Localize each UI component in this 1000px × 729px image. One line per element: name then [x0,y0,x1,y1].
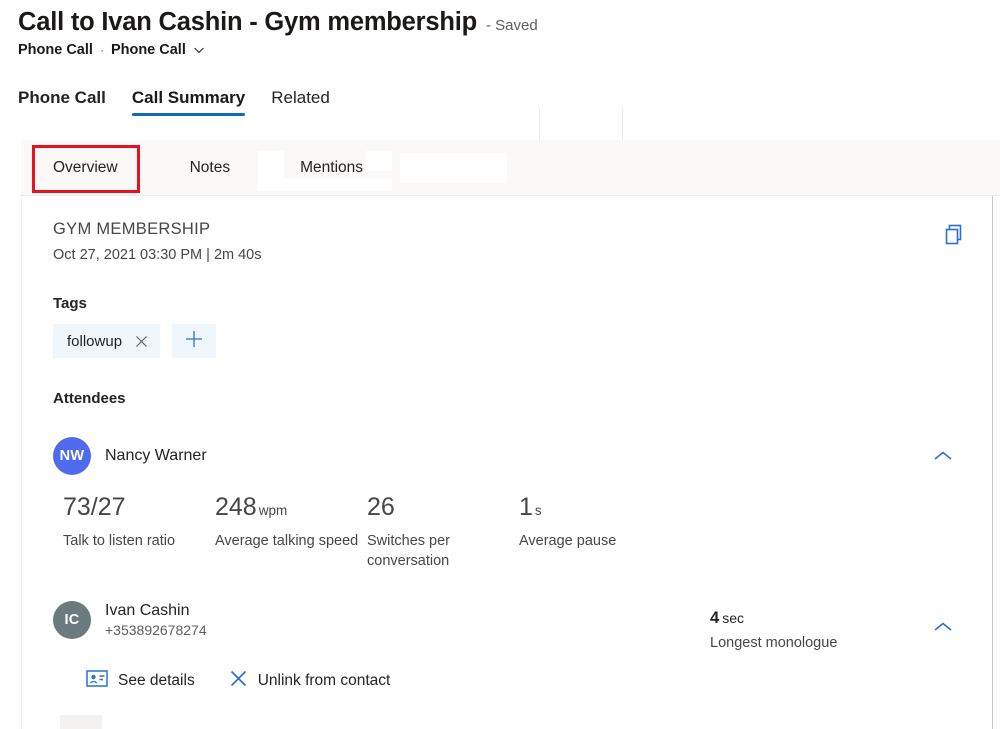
header-separator-2 [622,108,623,140]
breadcrumb-separator: · [100,43,104,57]
add-tag-button[interactable] [172,324,216,358]
annotation-highlight-overview [32,145,140,193]
tag-label: followup [67,333,122,350]
plus-icon [184,329,204,354]
record-title-row: Call to Ivan Cashin - Gym membership - S… [18,8,1000,37]
attendee-identity[interactable]: IC Ivan Cashin +353892678274 [53,601,992,639]
call-subject: GYM MEMBERSHIP [53,220,262,239]
close-icon [229,669,248,693]
record-header: Call to Ivan Cashin - Gym membership - S… [0,0,1000,58]
unlink-label: Unlink from contact [258,672,391,690]
attendee-name: Nancy Warner [105,447,207,465]
entity-type-label: Phone Call [18,42,93,58]
see-details-button[interactable]: See details [86,670,195,692]
chevron-up-icon[interactable] [927,611,959,643]
redaction-block-right [366,151,392,171]
redaction-block-under [258,179,392,191]
metric-unit: s [535,503,542,518]
save-status: - Saved [486,17,538,34]
attendee-ivan-cashin: IC Ivan Cashin +353892678274 4sec Longes… [22,601,992,693]
attendee-metrics: 73/27 Talk to listen ratio 248wpm Averag… [53,495,992,571]
primary-tab-bar: Phone Call Call Summary Related [0,80,1000,116]
unlink-from-contact-button[interactable]: Unlink from contact [229,669,391,693]
attendee-nancy-warner: NW Nancy Warner 73/27 Talk to listen rat… [22,437,992,571]
metric-talk-listen-ratio: 73/27 Talk to listen ratio [63,495,215,571]
chevron-up-icon[interactable] [927,440,959,472]
bottom-partial-element [60,715,102,729]
secondary-tab-list: Overview Notes Mentions [21,140,1000,195]
attendee-identity[interactable]: NW Nancy Warner [53,437,992,475]
metric-switches-per-conversation: 26 Switches per conversation [367,495,519,571]
metric-longest-monologue: 4sec Longest monologue [710,609,837,651]
metric-label: Switches per conversation [367,532,519,571]
chevron-down-icon[interactable] [193,44,205,56]
metric-value: 73/27 [63,493,126,521]
attendee-text: Nancy Warner [105,447,207,465]
secondary-tab-bar: Overview Notes Mentions [21,140,1000,196]
tags-row: followup [22,324,992,358]
attendees-heading: Attendees [22,390,992,407]
avatar: NW [53,437,91,475]
summary-header: GYM MEMBERSHIP Oct 27, 2021 03:30 PM | 2… [22,196,992,263]
call-summary-page: Call to Ivan Cashin - Gym membership - S… [0,0,1000,729]
attendee-name: Ivan Cashin [105,602,207,620]
tags-heading: Tags [22,295,992,312]
subtab-mentions[interactable]: Mentions [298,153,365,183]
call-meta: Oct 27, 2021 03:30 PM | 2m 40s [53,247,262,263]
contact-card-icon [86,670,108,692]
overview-panel: GYM MEMBERSHIP Oct 27, 2021 03:30 PM | 2… [21,196,993,729]
tab-phone-call[interactable]: Phone Call [18,88,106,116]
tab-call-summary[interactable]: Call Summary [132,88,245,116]
metric-average-pause: 1s Average pause [519,495,671,571]
close-icon[interactable] [135,335,148,348]
metric-average-talking-speed: 248wpm Average talking speed [215,495,367,571]
metric-label: Average talking speed [215,532,367,552]
metric-value: 4 [710,609,719,627]
header-separator-1 [539,108,540,140]
attendee-actions: See details Unlink from contact [53,669,992,693]
see-details-label: See details [118,672,195,690]
metric-label: Average pause [519,532,671,552]
attendee-phone: +353892678274 [105,622,207,638]
metric-label: Longest monologue [710,635,837,651]
attendee-text: Ivan Cashin +353892678274 [105,602,207,638]
metric-label: Talk to listen ratio [63,532,215,552]
form-selector-label[interactable]: Phone Call [111,42,186,58]
metric-value: 26 [367,493,395,521]
metric-unit: sec [722,610,744,626]
page-title: Call to Ivan Cashin - Gym membership [18,8,477,37]
avatar: IC [53,601,91,639]
tab-related[interactable]: Related [271,88,330,116]
copy-icon[interactable] [940,220,970,250]
record-subtitle-row: Phone Call · Phone Call [18,42,1000,58]
metric-unit: wpm [259,503,288,518]
tag-chip[interactable]: followup [53,324,160,358]
subtab-notes[interactable]: Notes [188,153,233,183]
metric-value: 248 [215,493,257,521]
summary-header-text: GYM MEMBERSHIP Oct 27, 2021 03:30 PM | 2… [53,220,262,263]
redaction-block-extra-tab [400,153,507,183]
metric-value: 1 [519,493,533,521]
